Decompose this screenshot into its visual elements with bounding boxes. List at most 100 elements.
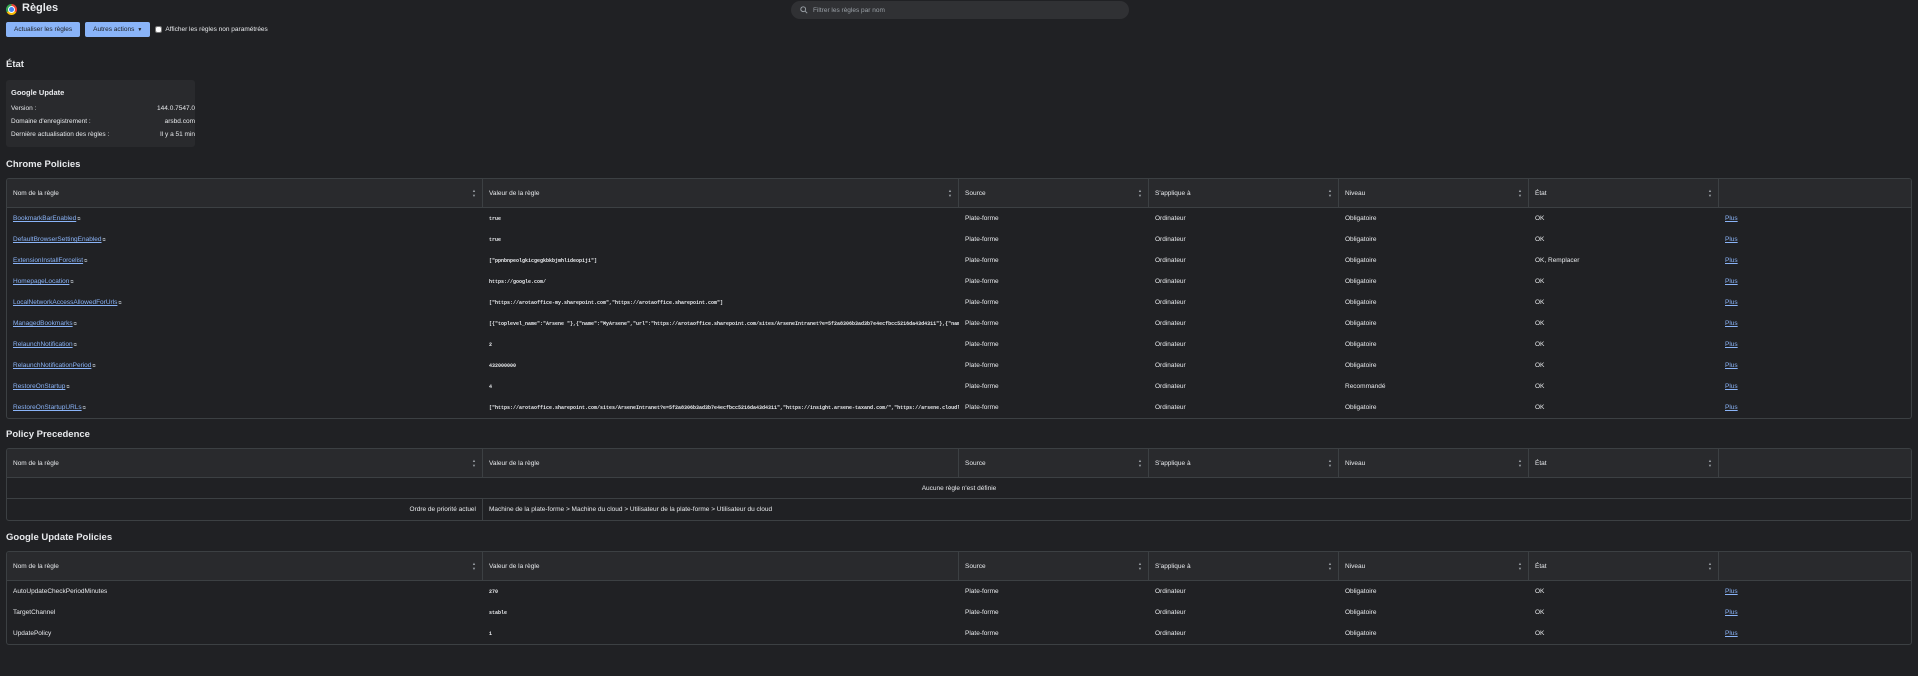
policy-name-link[interactable]: RestoreOnStartup (13, 383, 65, 390)
header-policy-value[interactable]: Valeur de la règle ▲ ▼ (483, 179, 959, 208)
more-link[interactable]: Plus (1725, 215, 1738, 222)
policy-name-link[interactable]: RelaunchNotificationPeriod (13, 362, 91, 369)
header-policy-name[interactable]: Nom de la règle ▲ ▼ (7, 449, 483, 478)
header-source[interactable]: Source ▲ ▼ (959, 552, 1149, 581)
search-input[interactable] (813, 6, 1113, 14)
policy-source: Plate-forme (965, 215, 999, 222)
header-status[interactable]: État ▲ ▼ (1529, 552, 1719, 581)
header-label: S'applique à (1155, 563, 1191, 570)
more-link[interactable]: Plus (1725, 362, 1738, 369)
header-level[interactable]: Niveau ▲ ▼ (1339, 552, 1529, 581)
policy-name-link[interactable]: ManagedBookmarks (13, 320, 73, 327)
header-applies-to[interactable]: S'applique à ▲ ▼ (1149, 552, 1339, 581)
header-applies-to[interactable]: S'applique à ▲ ▼ (1149, 449, 1339, 478)
more-actions-button[interactable]: Autres actions ▼ (85, 22, 151, 37)
header-applies-to[interactable]: S'applique à ▲ ▼ (1149, 179, 1339, 208)
more-link[interactable]: Plus (1725, 320, 1738, 327)
policy-applies-to: Ordinateur (1155, 320, 1186, 327)
policy-level: Obligatoire (1345, 320, 1377, 327)
policy-level: Obligatoire (1345, 404, 1377, 411)
policy-value: ["ppnbnpeolgkicgegkbkbjmhlideopiji"] (489, 257, 598, 264)
sort-icon: ▲ ▼ (1708, 561, 1712, 571)
chevron-down-icon: ▼ (137, 26, 143, 33)
more-cell: Plus (1719, 630, 1911, 637)
more-link[interactable]: Plus (1725, 383, 1738, 390)
policy-name-cell: RelaunchNotification⧉ (7, 341, 483, 348)
policy-name-link[interactable]: LocalNetworkAccessAllowedForUrls (13, 299, 117, 306)
policy-name-link[interactable]: DefaultBrowserSettingEnabled (13, 236, 102, 243)
status-label: Domaine d'enregistrement : (11, 118, 91, 125)
chrome-policies-title: Chrome Policies (6, 159, 81, 170)
policy-precedence-title: Policy Precedence (6, 429, 90, 440)
more-link[interactable]: Plus (1725, 236, 1738, 243)
external-link-icon: ⧉ (118, 300, 122, 305)
header-policy-name[interactable]: Nom de la règle ▲ ▼ (7, 552, 483, 581)
table-row: ManagedBookmarks⧉ [{"toplevel_name":"Arse… (7, 313, 1911, 334)
policy-value: ["https://arotaoffice-my.sharepoint.com"… (489, 299, 724, 306)
policy-status: OK, Remplacer (1535, 257, 1580, 264)
header-label: État (1535, 190, 1547, 197)
precedence-order-label: Ordre de priorité actuel (7, 499, 483, 520)
policy-level: Obligatoire (1345, 609, 1377, 616)
show-unset-checkbox[interactable] (155, 26, 163, 33)
more-link[interactable]: Plus (1725, 609, 1738, 616)
policy-status: OK (1535, 383, 1545, 390)
policy-name-link[interactable]: RestoreOnStartupURLs (13, 404, 82, 411)
policy-name-link[interactable]: ExtensionInstallForcelist (13, 257, 83, 264)
external-link-icon: ⧉ (92, 363, 96, 368)
policy-applies-to: Ordinateur (1155, 383, 1186, 390)
reload-policies-button[interactable]: Actualiser les règles (6, 22, 81, 37)
show-unset-toggle[interactable]: Afficher les règles non paramétrées (155, 26, 268, 33)
header-label: S'applique à (1155, 460, 1191, 467)
sort-icon: ▲ ▼ (472, 561, 476, 571)
more-link[interactable]: Plus (1725, 341, 1738, 348)
policy-status: OK (1535, 630, 1545, 637)
policy-name-link[interactable]: RelaunchNotification (13, 341, 73, 348)
policy-name-link[interactable]: HomepageLocation (13, 278, 69, 285)
show-unset-label: Afficher les règles non paramétrées (165, 26, 268, 33)
header-label: Source (965, 460, 986, 467)
more-link[interactable]: Plus (1725, 630, 1738, 637)
header-policy-name[interactable]: Nom de la règle ▲ ▼ (7, 179, 483, 208)
more-link[interactable]: Plus (1725, 404, 1738, 411)
header-status[interactable]: État ▲ ▼ (1529, 179, 1719, 208)
status-row: Domaine d'enregistrement : arsbd.com (11, 118, 197, 125)
policy-level: Obligatoire (1345, 630, 1377, 637)
more-link[interactable]: Plus (1725, 278, 1738, 285)
sort-icon: ▲ ▼ (1328, 561, 1332, 571)
page-title: Règles (22, 2, 59, 14)
header-source[interactable]: Source ▲ ▼ (959, 449, 1149, 478)
sort-icon: ▲ ▼ (1138, 561, 1142, 571)
table-row: RestoreOnStartupURLs⧉ ["https://arotaoffi… (7, 397, 1911, 418)
more-link[interactable]: Plus (1725, 257, 1738, 264)
more-cell: Plus (1719, 404, 1911, 411)
header-level[interactable]: Niveau ▲ ▼ (1339, 449, 1529, 478)
header-source[interactable]: Source ▲ ▼ (959, 179, 1149, 208)
header-policy-value: Valeur de la règle (483, 449, 959, 478)
header-label: Valeur de la règle (489, 460, 540, 467)
sort-icon: ▲ ▼ (472, 188, 476, 198)
policy-name-link[interactable]: BookmarkBarEnabled (13, 215, 76, 222)
policy-value: [{"toplevel_name":"Arsene "},{"name":"My… (489, 320, 959, 327)
table-row: AutoUpdateCheckPeriodMinutes 270 Plate-for… (7, 581, 1911, 602)
policy-applies-to: Ordinateur (1155, 404, 1186, 411)
more-cell: Plus (1719, 278, 1911, 285)
more-link[interactable]: Plus (1725, 299, 1738, 306)
policy-level: Obligatoire (1345, 215, 1377, 222)
sort-icon: ▲ ▼ (1518, 561, 1522, 571)
more-link[interactable]: Plus (1725, 588, 1738, 595)
status-label: Dernière actualisation des règles : (11, 131, 110, 138)
external-link-icon: ⧉ (73, 321, 77, 326)
header-level[interactable]: Niveau ▲ ▼ (1339, 179, 1529, 208)
search-box[interactable] (791, 1, 1129, 19)
header-status[interactable]: État ▲ ▼ (1529, 449, 1719, 478)
policy-applies-to: Ordinateur (1155, 588, 1186, 595)
external-link-icon: ⧉ (73, 342, 77, 347)
table-row: ExtensionInstallForcelist⧉ ["ppnbnpeolgki… (7, 250, 1911, 271)
policy-name-cell: BookmarkBarEnabled⧉ (7, 215, 483, 222)
header-label: État (1535, 460, 1547, 467)
sort-icon: ▲ ▼ (1708, 458, 1712, 468)
chrome-policies-rows: BookmarkBarEnabled⧉ true Plate-forme Ordina… (7, 208, 1911, 418)
more-actions-label: Autres actions (93, 26, 135, 33)
header-label: Niveau (1345, 190, 1366, 197)
